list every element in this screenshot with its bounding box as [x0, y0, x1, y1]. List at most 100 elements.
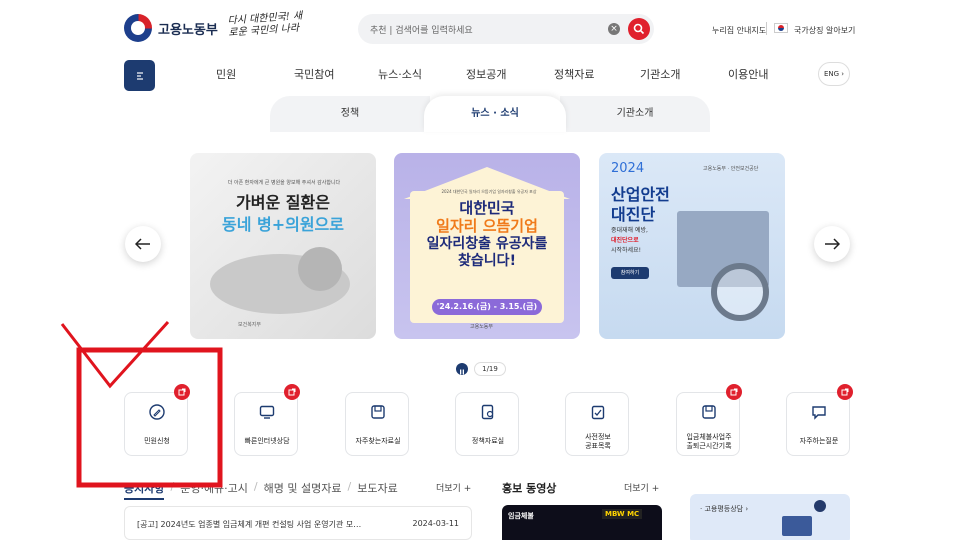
quick-label: 자주하는질문	[799, 437, 839, 445]
clear-search-button[interactable]: ×	[608, 23, 620, 35]
carousel-prev-button[interactable]	[125, 226, 161, 262]
quick-label: 자주찾는자료실	[355, 437, 401, 445]
video-more-link[interactable]: 더보기 +	[624, 481, 659, 494]
external-link-badge-icon	[284, 384, 300, 400]
quick-disclosure-list[interactable]: 사전정보 공표목록	[565, 392, 629, 456]
quick-policy-archive[interactable]: 정책자료실	[455, 392, 519, 456]
tab-regulations[interactable]: 운영·예규·고시	[180, 480, 248, 500]
nav-item-news[interactable]: 뉴스·소식	[378, 66, 422, 82]
tab-separator: /	[253, 480, 258, 493]
news-more-link[interactable]: 더보기 +	[436, 481, 471, 494]
quick-civil-request[interactable]: 민원신청	[124, 392, 188, 456]
tab-about[interactable]: 기관소개	[560, 96, 710, 132]
korean-flag-icon	[774, 23, 788, 33]
card2-date-pill: '24.2.16.(금) - 3.15.(금)	[432, 299, 542, 315]
quick-online-consult[interactable]: 빠른인터넷상담	[234, 392, 298, 456]
person-illustration	[814, 500, 826, 512]
logo-text: 고용노동부	[158, 22, 218, 38]
card3-year: 2024	[611, 161, 645, 176]
external-link-badge-icon	[174, 384, 190, 400]
sitemap-link[interactable]: 누리집 안내지도	[712, 25, 766, 36]
quick-wage-arrears[interactable]: 입금체불사업주 출퇴근시간기록	[676, 392, 740, 456]
news-tab-bar: 공지사항 / 운영·예규·고시 / 해명 및 설명자료 / 보도자료	[124, 480, 398, 500]
card3-sub-2: 대진단으로	[611, 237, 639, 244]
video-thumb-text: 임금체불	[508, 512, 534, 520]
carousel-pause-button[interactable]	[456, 363, 468, 375]
carousel-card-safety[interactable]: 2024 고용노동부 · 안전보건공단 산업안전 대진단 중대재해 예방, 대진…	[599, 153, 785, 339]
search-bar[interactable]: 추천 | 검색어를 입력하세요 ×	[358, 14, 654, 44]
external-link-badge-icon	[837, 384, 853, 400]
banner-label: · 고용평등상담 ›	[700, 505, 749, 513]
ministry-logo[interactable]: 고용노동부	[124, 14, 218, 42]
quick-faq-archive[interactable]: 자주찾는자료실	[345, 392, 409, 456]
card1-headline-1: 가벼운 질환은	[236, 193, 330, 212]
quick-label: 정책자료실	[471, 437, 505, 445]
video-thumb-badge: MBW MC	[602, 509, 643, 519]
search-input[interactable]: 추천 | 검색어를 입력하세요	[370, 23, 608, 36]
quick-label: 민원신청	[144, 437, 170, 445]
english-label: ENG	[823, 70, 840, 78]
carousel-page-indicator: 1/19	[474, 362, 506, 376]
video-thumbnail[interactable]: 임금체불 MBW MC	[502, 505, 662, 540]
card3-join-button[interactable]: 참여하기	[611, 267, 649, 279]
tab-clarifications[interactable]: 해명 및 설명자료	[264, 480, 342, 500]
quick-faq[interactable]: 자주하는질문	[786, 392, 850, 456]
tab-press[interactable]: 보도자료	[357, 480, 397, 500]
nav-item-guide[interactable]: 이용안내	[728, 66, 768, 82]
carousel-card-clinic[interactable]: 더 아픈 환자에게 큰 병원을 양보해 주셔서 감사합니다 가벼운 질환은 동네…	[190, 153, 376, 339]
nav-item-policy[interactable]: 정책자료	[554, 66, 594, 82]
save-disk-icon	[371, 405, 385, 419]
tab-notice[interactable]: 공지사항	[124, 480, 165, 500]
search-icon	[633, 23, 645, 35]
chat-bubble-icon	[812, 406, 826, 420]
tab-news[interactable]: 뉴스 · 소식	[424, 96, 566, 132]
card1-footer: 보건복지부	[238, 322, 262, 328]
tab-separator: /	[347, 480, 352, 493]
nav-item-participation[interactable]: 국민참여	[294, 66, 334, 82]
taegeuk-logo-icon	[124, 14, 152, 42]
edit-icon	[149, 404, 165, 420]
all-menu-button[interactable]	[124, 60, 155, 91]
hamburger-icon	[136, 71, 143, 80]
nav-item-civil[interactable]: 민원	[216, 66, 236, 82]
news-item-title: [공고] 2024년도 업종별 임금체계 개편 컨설팅 사업 운영기관 모…	[137, 520, 362, 529]
save-disk-icon	[702, 405, 716, 419]
english-button[interactable]: ENG ›	[818, 62, 850, 86]
magnifier-illustration	[711, 263, 769, 321]
monitor-icon	[259, 405, 275, 419]
card1-caption: 더 아픈 환자에게 큰 병원을 양보해 주셔서 감사합니다	[227, 180, 341, 186]
monitor-illustration	[782, 516, 812, 536]
arrow-left-icon	[135, 238, 150, 250]
util-divider	[766, 22, 767, 35]
equal-employment-banner[interactable]: · 고용평등상담 ›	[690, 494, 850, 540]
quick-label: 사전정보 공표목록	[585, 433, 611, 450]
slogan: 다시 대한민국! 새로운 국민의 나라	[227, 10, 303, 39]
card3-brand: 고용노동부 · 안전보건공단	[703, 166, 759, 172]
card2-caption: 2024 대한민국 일자리 으뜸기업 일자리창출 유공자 포상	[441, 189, 537, 194]
sub-tab-bar: 정책 기관소개 뉴스 · 소식	[270, 96, 710, 132]
tab-separator: /	[170, 480, 175, 493]
nav-item-info[interactable]: 정보공개	[466, 66, 506, 82]
carousel-next-button[interactable]	[814, 226, 850, 262]
card3-sub-3: 시작하세요!	[611, 247, 642, 254]
document-search-icon	[481, 404, 494, 420]
national-symbol-link[interactable]: 국가상징 알아보기	[794, 25, 855, 36]
arrow-right-icon	[825, 238, 840, 250]
tab-policy[interactable]: 정책	[270, 96, 430, 132]
patient-illustration	[210, 247, 350, 314]
quick-label: 빠른인터넷상담	[244, 437, 290, 445]
page: 고용노동부 다시 대한민국! 새로운 국민의 나라 추천 | 검색어를 입력하세…	[0, 0, 966, 540]
search-button[interactable]	[628, 18, 650, 40]
card3-sub-1: 중대재해 예방,	[611, 227, 648, 234]
nav-item-about[interactable]: 기관소개	[640, 66, 680, 82]
pause-icon	[460, 369, 464, 375]
annotation-checkmark	[60, 320, 170, 389]
clipboard-check-icon	[591, 405, 605, 420]
carousel-card-jobs[interactable]: 2024 대한민국 일자리 으뜸기업 일자리창출 유공자 포상 대한민국 일자리…	[394, 153, 580, 339]
card3-title-2: 대진단	[611, 205, 656, 224]
quick-label: 입금체불사업주 출퇴근시간기록	[686, 433, 732, 450]
external-link-badge-icon	[726, 384, 742, 400]
card1-headline-2: 동네 병+의원으로	[221, 215, 345, 234]
card2-footer: 고용노동부	[470, 324, 494, 330]
list-item[interactable]: [공고] 2024년도 업종별 임금체계 개편 컨설팅 사업 운영기관 모… 2…	[124, 506, 472, 540]
